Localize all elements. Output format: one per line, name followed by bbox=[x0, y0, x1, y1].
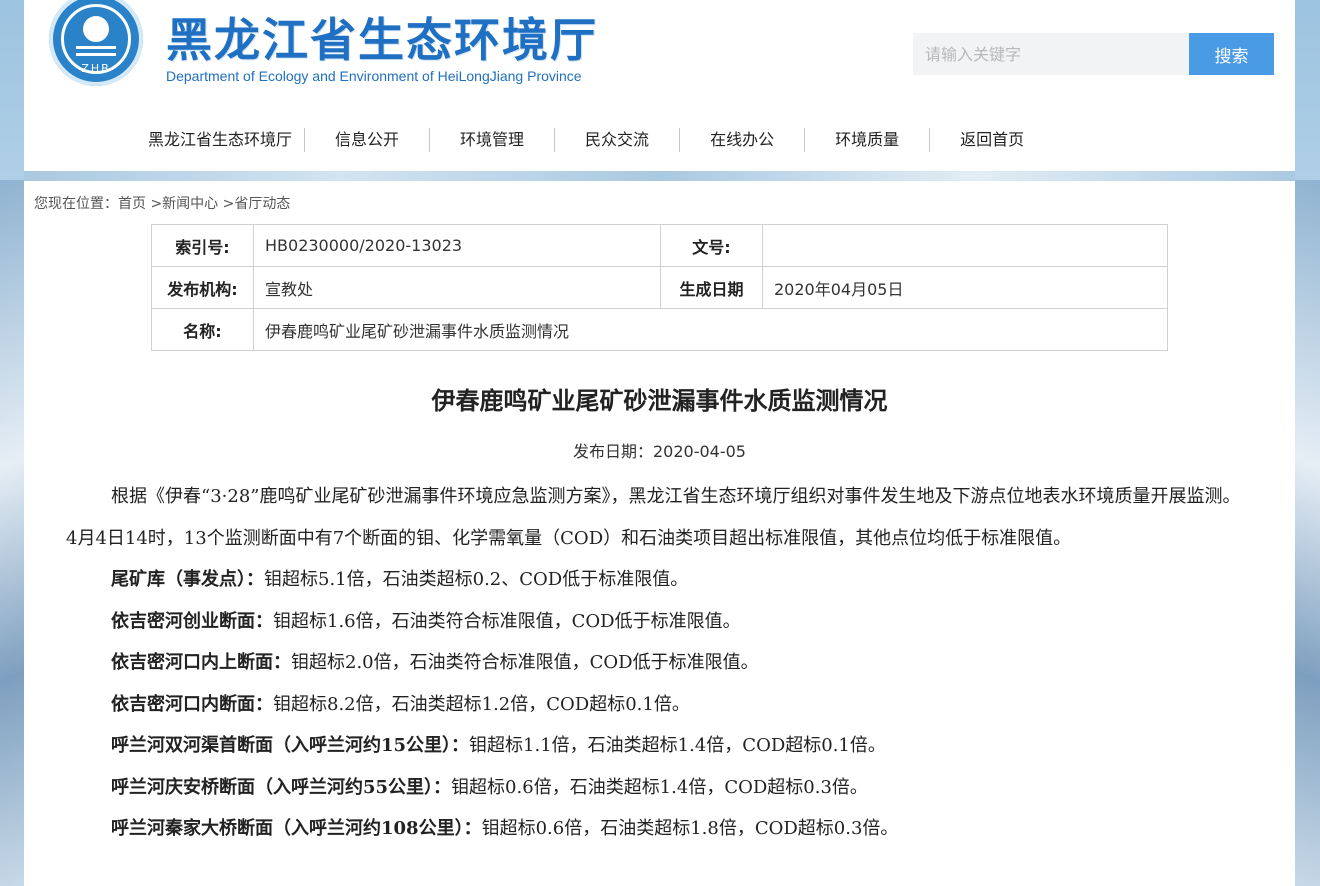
date-value: 2020年04月05日 bbox=[762, 266, 1168, 309]
monitoring-item-text: 钼超标2.0倍，石油类符合标准限值，COD低于标准限值。 bbox=[291, 652, 759, 673]
monitoring-item: 依吉密河口内上断面：钼超标2.0倍，石油类符合标准限值，COD低于标准限值。 bbox=[66, 642, 1251, 684]
search-input[interactable] bbox=[913, 33, 1189, 75]
monitoring-item-label: 尾矿库（事发点）： bbox=[111, 569, 264, 590]
nav-item-public-exchange[interactable]: 民众交流 bbox=[555, 128, 681, 152]
monitoring-item-label: 呼兰河双河渠首断面（入呼兰河约15公里）： bbox=[111, 735, 470, 756]
nav-item-info-disclosure[interactable]: 信息公开 bbox=[305, 128, 431, 152]
logo-text: ZHB bbox=[81, 62, 111, 75]
name-value: 伊春鹿鸣矿业尾矿砂泄漏事件水质监测情况 bbox=[253, 308, 1168, 351]
org-value: 宣教处 bbox=[253, 266, 661, 309]
index-value: HB0230000/2020-13023 bbox=[253, 224, 661, 267]
logo-emblem-icon[interactable]: ZHB bbox=[49, 0, 143, 86]
table-row: 索引号: HB0230000/2020-13023 文号: bbox=[151, 224, 1168, 267]
monitoring-item: 依吉密河创业断面：钼超标1.6倍，石油类符合标准限值，COD低于标准限值。 bbox=[66, 601, 1251, 643]
main-nav: 黑龙江省生态环境厅 信息公开 环境管理 民众交流 在线办公 环境质量 返回首页 bbox=[142, 128, 1054, 152]
site-header: ZHB 黑龙江省生态环境厅 Department of Ecology and … bbox=[24, 0, 1295, 171]
monitoring-item-text: 钼超标8.2倍，石油类超标1.2倍，COD超标0.1倍。 bbox=[273, 693, 690, 715]
site-title[interactable]: 黑龙江省生态环境厅 bbox=[166, 4, 598, 70]
date-label: 生成日期 bbox=[660, 266, 763, 309]
docno-value bbox=[762, 224, 1168, 267]
monitoring-item-text: 钼超标1.1倍，石油类超标1.4倍，COD超标0.1倍。 bbox=[469, 735, 886, 756]
article-body: 根据《伊春“3·28”鹿鸣矿业尾矿砂泄漏事件环境应急监测方案》，黑龙江省生态环境… bbox=[66, 476, 1251, 850]
monitoring-item-label: 呼兰河秦家大桥断面（入呼兰河约108公里）： bbox=[111, 818, 482, 839]
logo-waves bbox=[76, 46, 116, 56]
logo-core bbox=[83, 16, 109, 42]
nav-item-home-dept[interactable]: 黑龙江省生态环境厅 bbox=[142, 128, 306, 152]
monitoring-item: 依吉密河口内断面：钼超标8.2倍，石油类超标1.2倍，COD超标0.1倍。 bbox=[66, 684, 1251, 726]
monitoring-item-label: 依吉密河创业断面： bbox=[111, 610, 273, 632]
breadcrumb-prefix: 您现在位置： bbox=[34, 196, 118, 212]
monitoring-item: 呼兰河双河渠首断面（入呼兰河约15公里）：钼超标1.1倍，石油类超标1.4倍，C… bbox=[66, 725, 1251, 767]
breadcrumb-home[interactable]: 首页 bbox=[118, 196, 146, 212]
nav-item-back-home[interactable]: 返回首页 bbox=[930, 128, 1054, 152]
nav-item-online-office[interactable]: 在线办公 bbox=[680, 128, 806, 152]
table-row: 名称: 伊春鹿鸣矿业尾矿砂泄漏事件水质监测情况 bbox=[151, 308, 1168, 351]
monitoring-item-text: 钼超标0.6倍，石油类超标1.4倍，COD超标0.3倍。 bbox=[451, 776, 868, 798]
nav-item-env-quality[interactable]: 环境质量 bbox=[805, 128, 931, 152]
document-meta-table: 索引号: HB0230000/2020-13023 文号: 发布机构: 宣教处 … bbox=[151, 224, 1168, 351]
name-label: 名称: bbox=[151, 308, 254, 351]
monitoring-item-text: 钼超标0.6倍，石油类超标1.8倍，COD超标0.3倍。 bbox=[481, 818, 899, 839]
monitoring-item-label: 依吉密河口内上断面： bbox=[111, 652, 291, 673]
breadcrumb: 您现在位置：首页 >新闻中心 >省厅动态 bbox=[34, 193, 290, 213]
breadcrumb-dept-news[interactable]: >省厅动态 bbox=[218, 196, 291, 212]
monitoring-item: 呼兰河庆安桥断面（入呼兰河约55公里）：钼超标0.6倍，石油类超标1.4倍，CO… bbox=[66, 767, 1251, 809]
index-label: 索引号: bbox=[151, 224, 254, 267]
publish-date: 发布日期：2020-04-05 bbox=[573, 442, 746, 461]
monitoring-item: 呼兰河秦家大桥断面（入呼兰河约108公里）：钼超标0.6倍，石油类超标1.8倍，… bbox=[66, 808, 1251, 850]
header-stripe bbox=[24, 171, 1295, 181]
search-button[interactable]: 搜索 bbox=[1189, 33, 1274, 75]
monitoring-item-text: 钼超标5.1倍，石油类超标0.2、COD低于标准限值。 bbox=[264, 569, 689, 590]
monitoring-item-label: 呼兰河庆安桥断面（入呼兰河约55公里）： bbox=[111, 776, 452, 798]
main-content: 您现在位置：首页 >新闻中心 >省厅动态 索引号: HB0230000/2020… bbox=[24, 181, 1295, 886]
monitoring-item-text: 钼超标1.6倍，石油类符合标准限值，COD低于标准限值。 bbox=[273, 610, 741, 632]
article-title: 伊春鹿鸣矿业尾矿砂泄漏事件水质监测情况 bbox=[431, 387, 888, 415]
breadcrumb-news-center[interactable]: >新闻中心 bbox=[146, 196, 218, 212]
nav-item-env-management[interactable]: 环境管理 bbox=[430, 128, 556, 152]
article-lead-paragraph: 根据《伊春“3·28”鹿鸣矿业尾矿砂泄漏事件环境应急监测方案》，黑龙江省生态环境… bbox=[66, 486, 1241, 549]
monitoring-item-label: 依吉密河口内断面： bbox=[111, 693, 273, 715]
org-label: 发布机构: bbox=[151, 266, 254, 309]
monitoring-item: 尾矿库（事发点）：钼超标5.1倍，石油类超标0.2、COD低于标准限值。 bbox=[66, 559, 1251, 601]
site-subtitle: Department of Ecology and Environment of… bbox=[166, 68, 582, 84]
table-row: 发布机构: 宣教处 生成日期 2020年04月05日 bbox=[151, 266, 1168, 309]
docno-label: 文号: bbox=[660, 224, 763, 267]
